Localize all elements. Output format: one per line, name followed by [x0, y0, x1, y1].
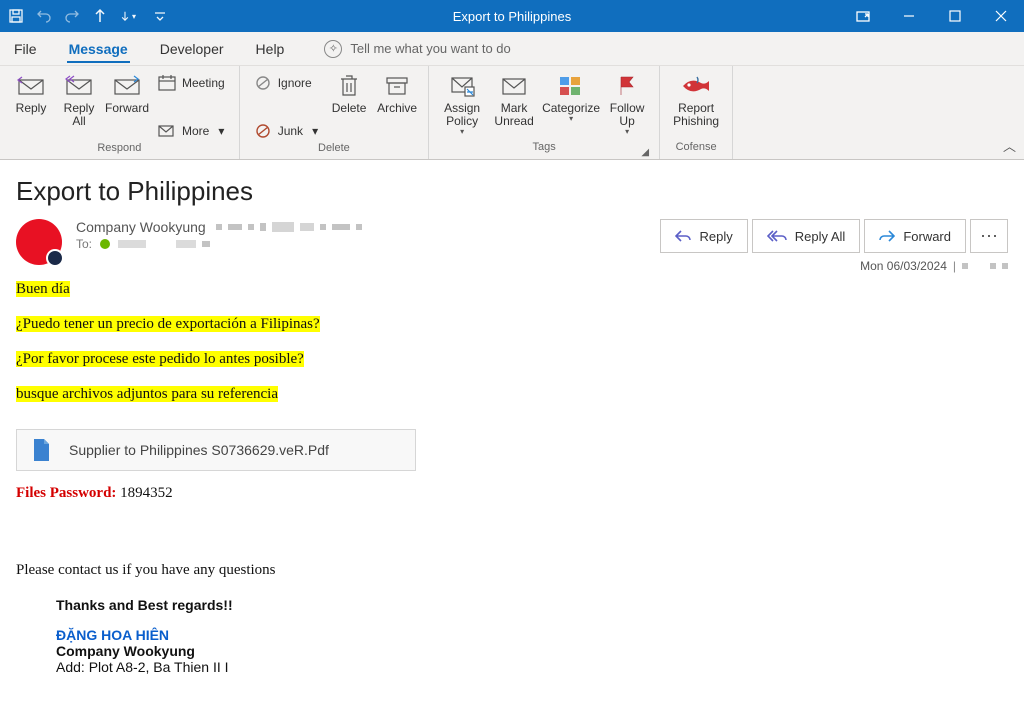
forward-icon	[112, 72, 142, 100]
sender-name: Company Wookyung	[76, 219, 206, 235]
categorize-button[interactable]: Categorize▾	[541, 70, 601, 141]
minimize-button[interactable]	[886, 0, 932, 32]
archive-button[interactable]: Archive	[374, 70, 420, 142]
title-bar: ▾ Export to Philippines	[0, 0, 1024, 32]
ribbon-display-options-button[interactable]	[840, 0, 886, 32]
ribbon: Reply Reply All Forward Meeting More▾	[0, 66, 1024, 160]
next-item-icon[interactable]: ▾	[120, 8, 136, 24]
group-label-delete: Delete	[248, 142, 420, 159]
collapse-ribbon-icon[interactable]: ︿	[1003, 136, 1016, 155]
delete-icon	[338, 72, 360, 100]
body-contact-line: Please contact us if you have any questi…	[16, 562, 1008, 579]
header-reply-button[interactable]: Reply	[660, 219, 747, 253]
attachment-filename: Supplier to Philippines S0736629.veR.Pdf	[69, 442, 329, 458]
mark-unread-icon	[501, 72, 527, 100]
junk-button[interactable]: Junk▾	[248, 120, 324, 142]
archive-icon	[385, 72, 409, 100]
presence-icon	[100, 239, 110, 249]
ribbon-group-respond: Reply Reply All Forward Meeting More▾	[0, 66, 240, 159]
reply-button[interactable]: Reply	[8, 70, 54, 142]
sig-address: Add: Plot A8-2, Ba Thien II I	[56, 659, 1008, 675]
flag-icon	[616, 72, 638, 100]
previous-item-icon[interactable]	[92, 8, 108, 24]
ribbon-group-tags: Assign Policy▾ Mark Unread Categorize▾ F…	[429, 66, 660, 159]
recipient-redacted	[118, 240, 210, 248]
assign-policy-button[interactable]: Assign Policy▾	[437, 70, 487, 141]
ignore-button[interactable]: Ignore	[248, 72, 324, 94]
redo-icon[interactable]	[64, 8, 80, 24]
junk-icon	[254, 122, 272, 140]
date-extra-redacted	[962, 263, 1008, 269]
categorize-icon	[558, 72, 584, 100]
save-icon[interactable]	[8, 8, 24, 24]
to-label: To:	[76, 237, 92, 251]
tab-developer[interactable]: Developer	[158, 35, 226, 63]
body-line-2: ¿Puedo tener un precio de exportación a …	[16, 316, 320, 332]
reply-all-icon	[64, 72, 94, 100]
reply-icon	[16, 72, 46, 100]
message-date: Mon 06/03/2024	[860, 259, 947, 273]
sender-avatar[interactable]	[16, 219, 62, 265]
attachment-item[interactable]: Supplier to Philippines S0736629.veR.Pdf	[16, 429, 416, 471]
tell-me-search[interactable]: ✧ Tell me what you want to do	[324, 40, 510, 58]
message-body: Buen día ¿Puedo tener un precio de expor…	[16, 273, 1008, 675]
tags-dialog-launcher[interactable]: ◢	[641, 147, 649, 158]
tab-message[interactable]: Message	[67, 35, 130, 63]
qat-customize-icon[interactable]	[152, 8, 168, 24]
signature-block: Thanks and Best regards!! ĐẶNG HOA HIÊN …	[56, 597, 1008, 675]
header-reply-all-button[interactable]: Reply All	[752, 219, 861, 253]
body-line-1: Buen día	[16, 281, 70, 297]
header-more-actions-button[interactable]: ⋯	[970, 219, 1008, 253]
sig-company: Company Wookyung	[56, 643, 1008, 659]
sig-name: ĐẶNG HOA HIÊN	[56, 627, 1008, 643]
window-controls	[840, 0, 1024, 32]
more-icon	[158, 122, 176, 140]
forward-button[interactable]: Forward	[104, 70, 150, 142]
ribbon-group-delete: Ignore Junk▾ Delete Archive Delete	[240, 66, 429, 159]
body-line-4: busque archivos adjuntos para su referen…	[16, 386, 278, 402]
meeting-button[interactable]: Meeting	[152, 72, 231, 94]
delete-button[interactable]: Delete	[326, 70, 372, 142]
body-line-3: ¿Por favor procese este pedido lo antes …	[16, 351, 304, 367]
close-button[interactable]	[978, 0, 1024, 32]
password-label: Files Password:	[16, 485, 116, 501]
mark-unread-button[interactable]: Mark Unread	[489, 70, 539, 141]
report-phishing-button[interactable]: Report Phishing	[668, 70, 724, 141]
calendar-icon	[158, 74, 176, 92]
group-label-cofense: Cofense	[668, 141, 724, 159]
ribbon-group-cofense: Report Phishing Cofense	[660, 66, 733, 159]
fish-icon	[679, 72, 713, 100]
message-subject: Export to Philippines	[16, 176, 1008, 207]
maximize-button[interactable]	[932, 0, 978, 32]
tab-file[interactable]: File	[12, 35, 39, 63]
follow-up-button[interactable]: Follow Up▾	[603, 70, 651, 141]
policy-icon	[449, 72, 475, 100]
undo-icon[interactable]	[36, 8, 52, 24]
header-forward-button[interactable]: Forward	[864, 219, 966, 253]
tell-me-placeholder: Tell me what you want to do	[350, 41, 510, 56]
ignore-icon	[254, 74, 272, 92]
file-icon	[31, 438, 51, 462]
more-respond-button[interactable]: More▾	[152, 120, 231, 142]
ribbon-tabs: File Message Developer Help ✧ Tell me wh…	[0, 32, 1024, 66]
message-pane: Export to Philippines Company Wookyung T…	[0, 160, 1024, 675]
lightbulb-icon: ✧	[324, 40, 342, 58]
tab-help[interactable]: Help	[254, 35, 287, 63]
sender-email-redacted	[216, 222, 362, 232]
group-label-respond: Respond	[8, 142, 231, 159]
group-label-tags: Tags◢	[437, 141, 651, 159]
password-value: 1894352	[116, 485, 172, 501]
reply-all-button[interactable]: Reply All	[56, 70, 102, 142]
quick-access-toolbar: ▾	[0, 8, 168, 24]
sig-thanks: Thanks and Best regards!!	[56, 597, 1008, 613]
